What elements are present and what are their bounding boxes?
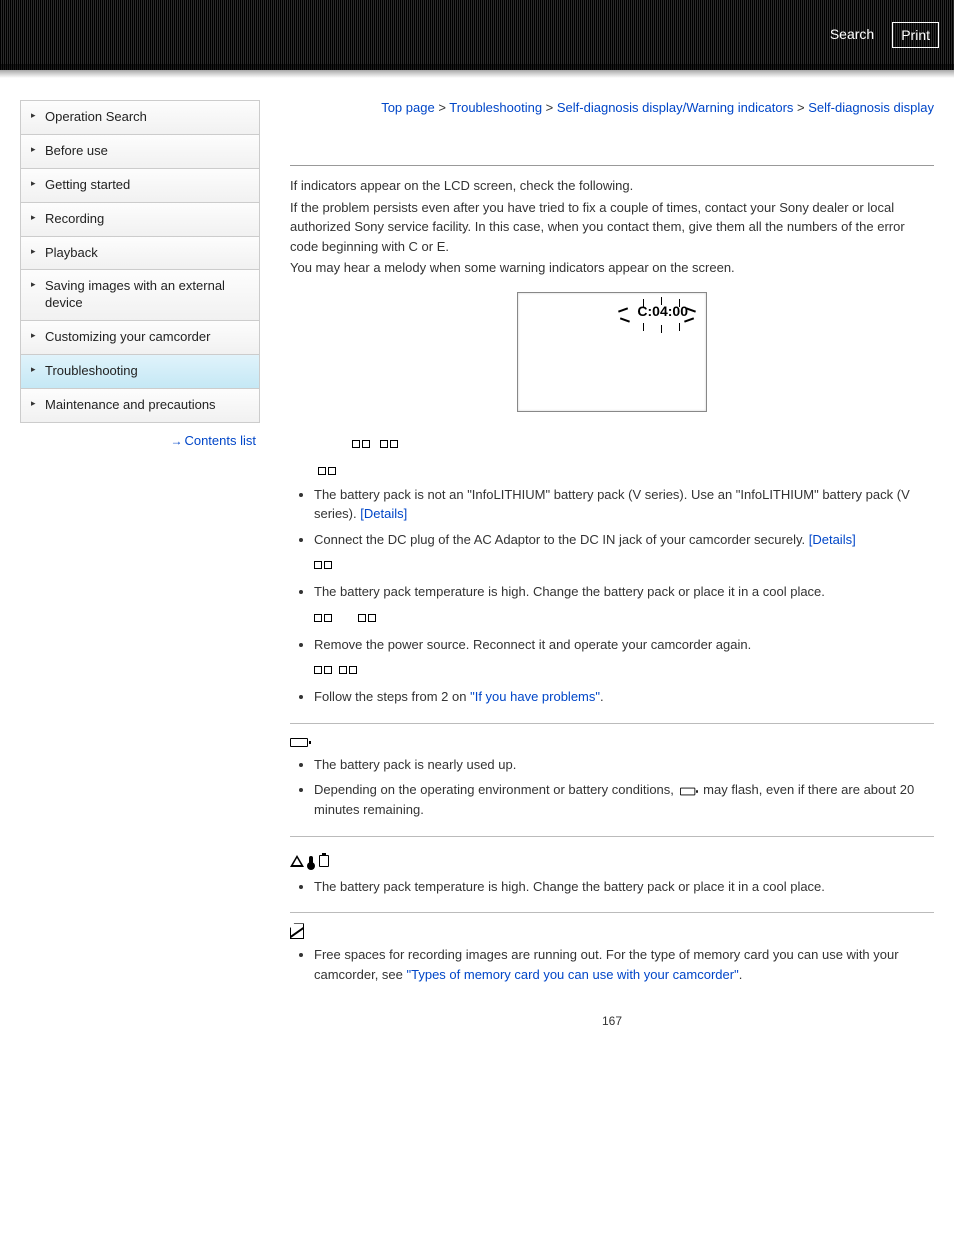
code-e bbox=[314, 660, 934, 681]
tick-mark bbox=[643, 323, 645, 331]
tick-mark bbox=[679, 323, 681, 331]
details-link[interactable]: [Details] bbox=[809, 532, 856, 547]
memory-card-icon-heading bbox=[290, 923, 934, 939]
header-shadow bbox=[0, 64, 954, 78]
list-item: Connect the DC plug of the AC Adaptor to… bbox=[314, 530, 934, 577]
intro-text: If indicators appear on the LCD screen, … bbox=[290, 176, 934, 278]
list-item: The battery pack is not an "InfoLITHIUM"… bbox=[314, 485, 934, 524]
text: Remove the power source. Reconnect it an… bbox=[314, 637, 751, 652]
list-item: Depending on the operating environment o… bbox=[314, 780, 934, 820]
battery-upright-icon bbox=[319, 855, 329, 867]
list-item: Remove the power source. Reconnect it an… bbox=[314, 635, 934, 682]
warning-triangle-icon bbox=[290, 855, 304, 867]
divider bbox=[290, 836, 934, 837]
tick-mark bbox=[661, 297, 663, 305]
breadcrumb-troubleshooting[interactable]: Troubleshooting bbox=[449, 100, 542, 115]
lcd-illustration: C:04:00 bbox=[517, 292, 707, 412]
text: Follow the steps from 2 on bbox=[314, 689, 466, 704]
code-c04 bbox=[318, 463, 934, 479]
intro-p2: If the problem persists even after you h… bbox=[290, 198, 934, 257]
sidebar-item-operation-search[interactable]: Operation Search bbox=[21, 101, 259, 135]
page-number: 167 bbox=[290, 1014, 934, 1028]
list-item: Free spaces for recording images are run… bbox=[314, 945, 934, 984]
main-content: Top page > Troubleshooting > Self-diagno… bbox=[290, 100, 934, 1028]
code-c13-c32 bbox=[314, 608, 934, 629]
sidebar-item-getting-started[interactable]: Getting started bbox=[21, 169, 259, 203]
text: Connect the DC plug of the AC Adaptor to… bbox=[314, 532, 805, 547]
breadcrumb-sep: > bbox=[438, 100, 446, 115]
arrow-right-icon: → bbox=[170, 434, 182, 448]
battery-temp-list: The battery pack temperature is high. Ch… bbox=[292, 877, 934, 897]
battery-icon bbox=[290, 738, 308, 747]
text: . bbox=[600, 689, 604, 704]
battery-temp-icon-heading bbox=[290, 855, 329, 867]
breadcrumb-sep: > bbox=[797, 100, 805, 115]
contents-list: →Contents list bbox=[20, 423, 260, 448]
if-problems-link[interactable]: "If you have problems" bbox=[470, 689, 600, 704]
details-link[interactable]: [Details] bbox=[360, 506, 407, 521]
memory-card-list: Free spaces for recording images are run… bbox=[292, 945, 934, 984]
tick-mark bbox=[618, 307, 628, 312]
header-band: Search Print bbox=[0, 0, 954, 70]
breadcrumb-self-diag-warning[interactable]: Self-diagnosis display/Warning indicator… bbox=[557, 100, 794, 115]
sidebar-item-troubleshooting[interactable]: Troubleshooting bbox=[21, 355, 259, 389]
sidebar: Operation Search Before use Getting star… bbox=[20, 100, 260, 448]
list-item: The battery pack is nearly used up. bbox=[314, 755, 934, 775]
tick-mark bbox=[620, 317, 630, 322]
divider bbox=[290, 723, 934, 724]
sidebar-item-maintenance[interactable]: Maintenance and precautions bbox=[21, 389, 259, 423]
thermometer-icon bbox=[309, 856, 313, 866]
breadcrumb-sep: > bbox=[546, 100, 554, 115]
nav-list: Operation Search Before use Getting star… bbox=[20, 100, 260, 423]
list-item: The battery pack temperature is high. Ch… bbox=[314, 582, 934, 629]
tick-mark bbox=[679, 299, 681, 307]
list-item: Follow the steps from 2 on "If you have … bbox=[314, 687, 934, 707]
contents-list-link[interactable]: Contents list bbox=[184, 433, 256, 448]
code-c06 bbox=[314, 555, 934, 576]
c04-list: The battery pack is not an "InfoLITHIUM"… bbox=[292, 485, 934, 707]
intro-p3: You may hear a melody when some warning … bbox=[290, 258, 934, 278]
print-button[interactable]: Print bbox=[892, 22, 939, 48]
sidebar-item-saving-images[interactable]: Saving images with an external device bbox=[21, 270, 259, 321]
sidebar-item-customizing[interactable]: Customizing your camcorder bbox=[21, 321, 259, 355]
breadcrumb-top[interactable]: Top page bbox=[381, 100, 435, 115]
memory-card-warning-icon bbox=[290, 923, 304, 939]
code-heading-main bbox=[352, 436, 934, 453]
text: Depending on the operating environment o… bbox=[314, 782, 674, 797]
sidebar-item-playback[interactable]: Playback bbox=[21, 237, 259, 271]
text: The battery pack temperature is high. Ch… bbox=[314, 584, 825, 599]
sidebar-item-recording[interactable]: Recording bbox=[21, 203, 259, 237]
tick-mark bbox=[643, 299, 645, 307]
lcd-code-text: C:04:00 bbox=[637, 303, 688, 319]
divider bbox=[290, 912, 934, 913]
search-button[interactable]: Search bbox=[822, 22, 882, 48]
breadcrumb-self-diag-display[interactable]: Self-diagnosis display bbox=[808, 100, 934, 115]
list-item: The battery pack temperature is high. Ch… bbox=[314, 877, 934, 897]
sidebar-item-before-use[interactable]: Before use bbox=[21, 135, 259, 169]
intro-p1: If indicators appear on the LCD screen, … bbox=[290, 176, 934, 196]
header-actions: Search Print bbox=[822, 22, 939, 48]
memory-card-types-link[interactable]: "Types of memory card you can use with y… bbox=[407, 967, 739, 982]
divider bbox=[290, 165, 934, 166]
battery-low-icon-heading bbox=[290, 734, 934, 749]
text: . bbox=[739, 967, 743, 982]
tick-mark bbox=[661, 325, 663, 333]
breadcrumb: Top page > Troubleshooting > Self-diagno… bbox=[290, 100, 934, 145]
battery-list: The battery pack is nearly used up. Depe… bbox=[292, 755, 934, 820]
battery-icon bbox=[680, 787, 695, 795]
